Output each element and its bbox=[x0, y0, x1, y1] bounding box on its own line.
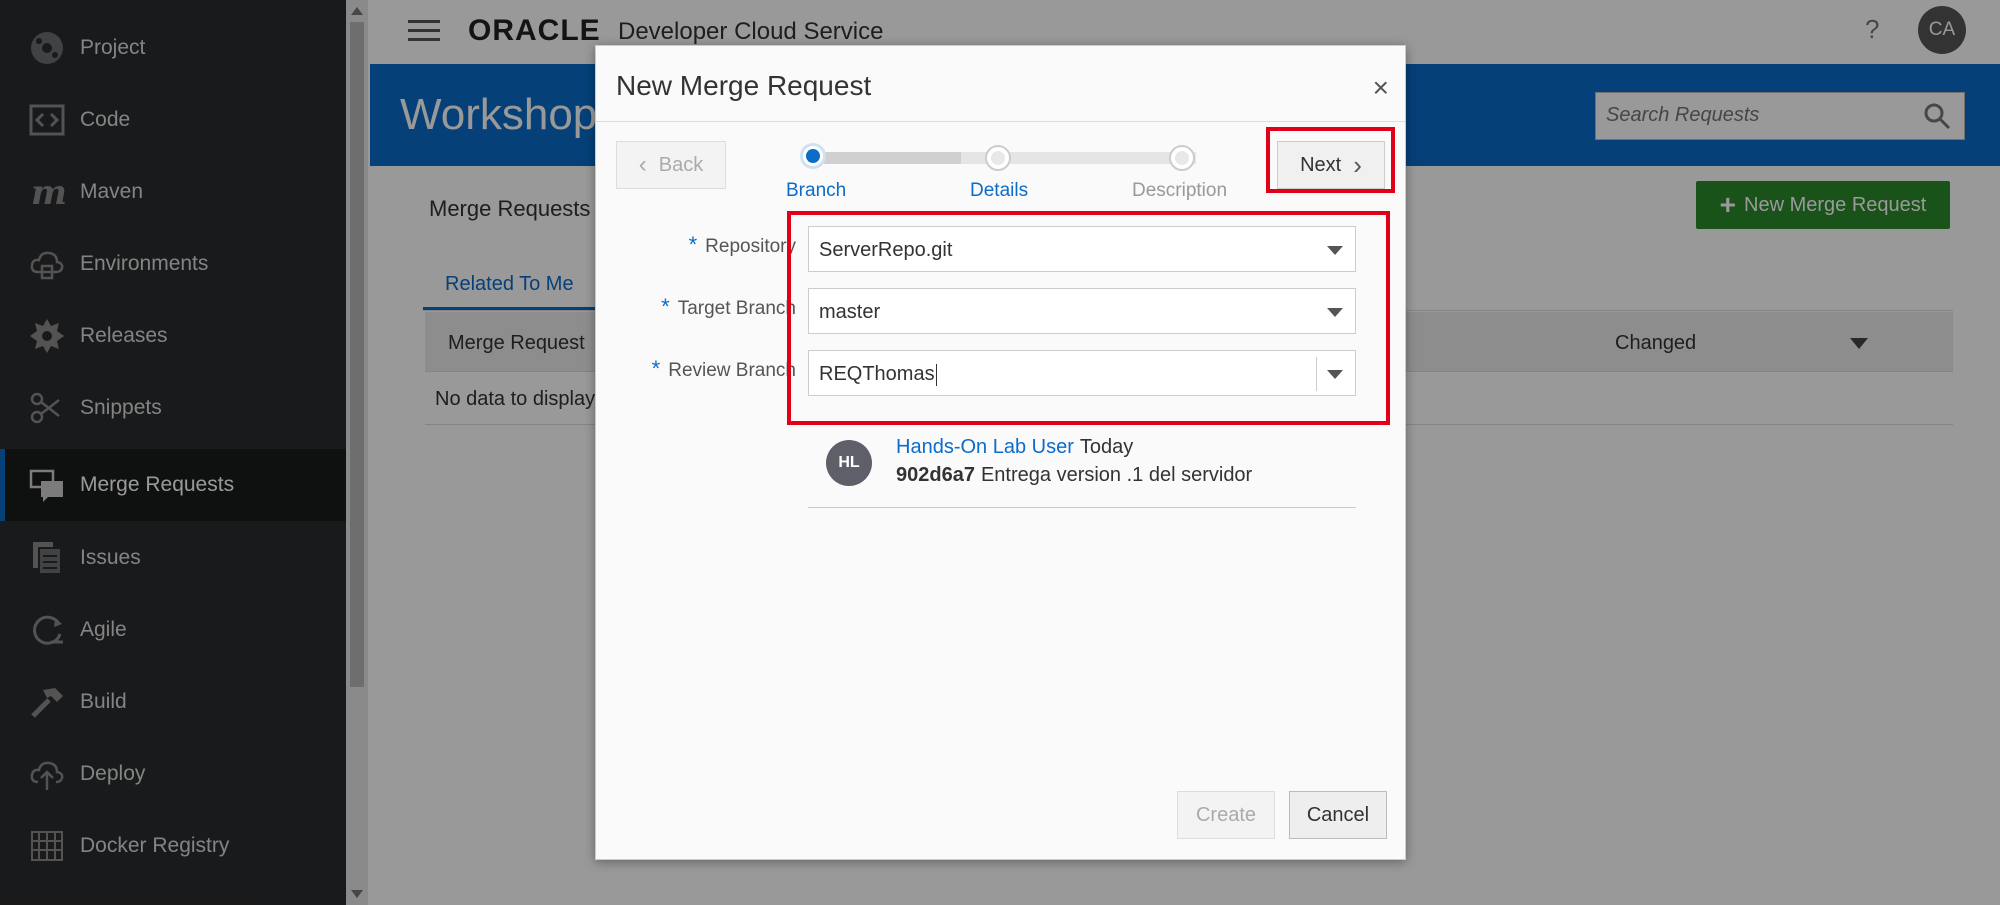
required-asterisk: * bbox=[651, 356, 661, 381]
target-branch-label: * Target Branch bbox=[661, 294, 796, 319]
dialog-title: New Merge Request bbox=[616, 70, 872, 101]
back-button[interactable]: ‹ Back bbox=[616, 141, 726, 189]
step-train-progress bbox=[821, 152, 961, 164]
required-asterisk: * bbox=[688, 232, 698, 257]
step-branch-stop[interactable] bbox=[800, 143, 826, 169]
commit-divider bbox=[808, 507, 1356, 508]
close-icon[interactable]: × bbox=[1373, 72, 1389, 104]
new-merge-request-dialog: New Merge Request × ‹ Back Branch Detail… bbox=[595, 45, 1406, 860]
back-label: Back bbox=[658, 153, 704, 176]
commit-message: Entrega version .1 del servidor bbox=[980, 464, 1253, 486]
review-branch-label: * Review Branch bbox=[651, 356, 796, 381]
commit-hash: 902d6a7 bbox=[896, 464, 975, 486]
commit-date: Today bbox=[1079, 436, 1134, 458]
step-details-stop[interactable] bbox=[985, 145, 1011, 171]
highlight-box-fields bbox=[787, 211, 1390, 425]
cancel-button[interactable]: Cancel bbox=[1289, 791, 1387, 839]
commit-message-line: 902d6a7 Entrega version .1 del servidor bbox=[896, 464, 1252, 487]
highlight-box-next bbox=[1266, 127, 1395, 193]
commit-author-avatar: HL bbox=[826, 440, 872, 486]
dialog-header: New Merge Request × bbox=[596, 46, 1405, 122]
commit-author-line: Hands-On Lab User Today bbox=[896, 436, 1133, 459]
step-label-branch[interactable]: Branch bbox=[786, 180, 846, 202]
repository-label: * Repository bbox=[688, 232, 796, 257]
step-label-details[interactable]: Details bbox=[970, 180, 1028, 202]
create-button[interactable]: Create bbox=[1177, 791, 1275, 839]
chevron-left-icon: ‹ bbox=[638, 151, 647, 178]
step-description-stop[interactable] bbox=[1169, 145, 1195, 171]
required-asterisk: * bbox=[661, 294, 670, 319]
step-label-description[interactable]: Description bbox=[1132, 180, 1227, 202]
commit-author-link[interactable]: Hands-On Lab User bbox=[896, 436, 1074, 458]
